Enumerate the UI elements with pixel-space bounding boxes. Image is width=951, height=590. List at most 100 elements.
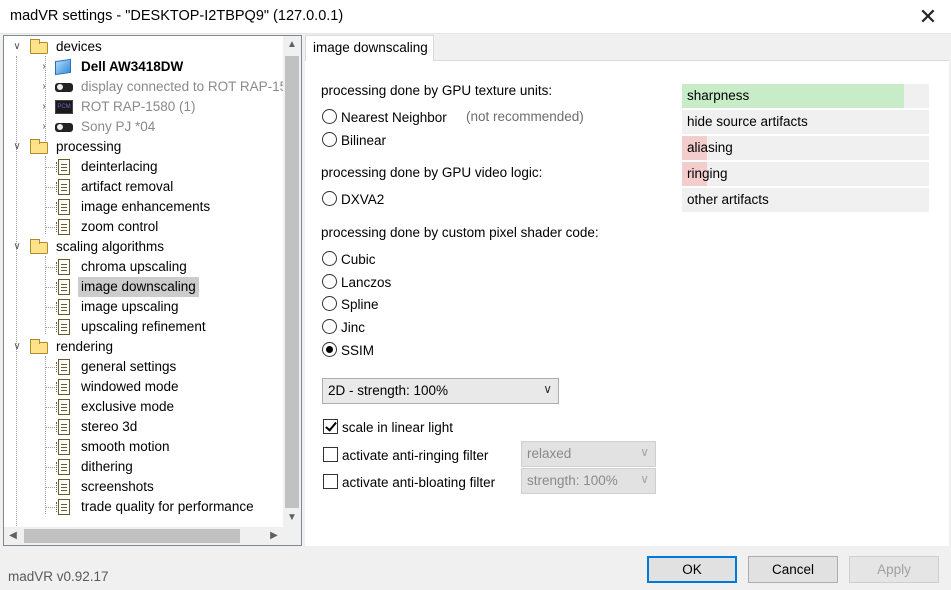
dxva2-radio[interactable] (322, 191, 337, 206)
tree-item[interactable]: chroma upscaling (4, 257, 283, 277)
anti-bloating-select[interactable]: strength: 100% ∨ (521, 468, 656, 494)
page-icon-shape (56, 459, 70, 475)
tree-item[interactable]: screenshots (4, 477, 283, 497)
nearest-neighbor-label[interactable]: Nearest Neighbor (341, 110, 447, 125)
tab-image-downscaling[interactable]: image downscaling (305, 35, 434, 61)
cancel-button[interactable]: Cancel (748, 556, 838, 583)
chevron-right-icon[interactable]: › (38, 97, 50, 117)
tree-connector (45, 367, 55, 368)
spline-label[interactable]: Spline (341, 297, 379, 312)
chevron-down-icon[interactable]: ∨ (11, 337, 23, 357)
linear-light-label[interactable]: scale in linear light (342, 420, 453, 435)
linear-light-checkbox[interactable] (323, 419, 338, 434)
tree-item[interactable]: upscaling refinement (4, 317, 283, 337)
page-icon (55, 299, 73, 315)
tree-item[interactable]: image enhancements (4, 197, 283, 217)
ssim-radio[interactable] (322, 342, 337, 357)
tree-connector (45, 307, 55, 308)
cubic-radio[interactable] (322, 251, 337, 266)
chevron-down-icon[interactable]: ∨ (11, 37, 23, 57)
bilinear-label[interactable]: Bilinear (341, 133, 386, 148)
chevron-right-icon[interactable]: › (38, 77, 50, 97)
lanczos-radio[interactable] (322, 274, 337, 289)
tree-item-label: screenshots (81, 479, 154, 494)
page-icon-shape (56, 399, 70, 415)
tree-connector (45, 427, 55, 428)
quality-bar: sharpness (682, 84, 929, 108)
quality-bar-label: ringing (687, 166, 728, 181)
tv-icon-shape: PCM (55, 100, 73, 114)
tree-item-label: processing (56, 139, 122, 154)
tree-item[interactable]: artifact removal (4, 177, 283, 197)
tree-item[interactable]: general settings (4, 357, 283, 377)
lanczos-label[interactable]: Lanczos (341, 275, 391, 290)
folder-icon-shape (30, 139, 48, 154)
page-icon (55, 399, 73, 415)
tree-item[interactable]: › Sony PJ *04 (4, 117, 283, 137)
jinc-label[interactable]: Jinc (341, 320, 365, 335)
tree-item[interactable]: ∨ rendering (4, 337, 283, 357)
strength-select[interactable]: 2D - strength: 100% ∨ (322, 378, 559, 404)
tree-item[interactable]: image upscaling (4, 297, 283, 317)
scroll-right-icon[interactable]: ▶ (265, 527, 283, 545)
folder-icon (30, 339, 48, 355)
tree-item[interactable]: image downscaling (4, 277, 283, 297)
quality-bar: aliasing (682, 136, 929, 160)
settings-tree[interactable]: ∨ devices › Dell AW3418DW › display connected… (3, 35, 302, 546)
scroll-thumb[interactable] (285, 56, 299, 508)
jinc-radio[interactable] (322, 319, 337, 334)
scroll-left-icon[interactable]: ◀ (4, 527, 22, 545)
anti-ringing-checkbox[interactable] (323, 447, 338, 462)
chevron-right-icon[interactable]: › (38, 57, 50, 77)
tree-item[interactable]: windowed mode (4, 377, 283, 397)
nearest-neighbor-radio[interactable] (322, 109, 337, 124)
page-icon (55, 259, 73, 275)
tree-item[interactable]: stereo 3d (4, 417, 283, 437)
tree-item[interactable]: trade quality for performance (4, 497, 283, 517)
folder-icon-shape (30, 339, 48, 354)
chevron-down-icon[interactable]: ∨ (11, 137, 23, 157)
bilinear-radio[interactable] (322, 132, 337, 147)
tree-item-label: general settings (81, 359, 177, 374)
tree-item[interactable]: ∨ devices (4, 37, 283, 57)
quality-bar: ringing (682, 162, 929, 186)
projector-icon (55, 79, 73, 95)
tree-item[interactable]: ∨ scaling algorithms (4, 237, 283, 257)
close-icon[interactable]: ✕ (915, 4, 941, 30)
page-icon-shape (56, 499, 70, 515)
quality-bar: hide source artifacts (682, 110, 929, 134)
dxva2-label[interactable]: DXVA2 (341, 192, 384, 207)
ssim-label[interactable]: SSIM (341, 343, 374, 358)
scroll-down-icon[interactable]: ▼ (283, 509, 301, 527)
tree-item[interactable]: smooth motion (4, 437, 283, 457)
chevron-down-icon[interactable]: ∨ (11, 237, 23, 257)
anti-bloating-checkbox[interactable] (323, 474, 338, 489)
gpu-video-heading: processing done by GPU video logic: (321, 165, 543, 180)
spline-radio[interactable] (322, 296, 337, 311)
tree-item-label: image downscaling (78, 277, 199, 297)
tree-vertical-scrollbar[interactable]: ▲ ▼ (283, 36, 301, 527)
tree-item[interactable]: exclusive mode (4, 397, 283, 417)
tree-item[interactable]: deinterlacing (4, 157, 283, 177)
scroll-thumb[interactable] (24, 529, 240, 543)
tree-item[interactable]: › Dell AW3418DW (4, 57, 283, 77)
tree-item-label: windowed mode (81, 379, 179, 394)
tree-item[interactable]: ∨ processing (4, 137, 283, 157)
tree-item-label: artifact removal (81, 179, 174, 194)
tree-horizontal-scrollbar[interactable]: ◀ ▶ (4, 527, 283, 545)
page-icon (55, 199, 73, 215)
ok-button[interactable]: OK (647, 556, 737, 583)
chevron-right-icon[interactable]: › (38, 117, 50, 137)
cubic-label[interactable]: Cubic (341, 252, 376, 267)
tree-item[interactable]: › display connected to ROT RAP-15 (4, 77, 283, 97)
tree-item-label: rendering (56, 339, 114, 354)
tree-item[interactable]: › PCM ROT RAP-1580 (1) (4, 97, 283, 117)
scroll-up-icon[interactable]: ▲ (283, 36, 301, 54)
tree-item[interactable]: dithering (4, 457, 283, 477)
folder-icon-shape (30, 39, 48, 54)
anti-ringing-label[interactable]: activate anti-ringing filter (342, 448, 488, 463)
anti-bloating-label[interactable]: activate anti-bloating filter (342, 475, 495, 490)
anti-ringing-select[interactable]: relaxed ∨ (521, 441, 656, 467)
apply-button[interactable]: Apply (849, 556, 939, 583)
tree-item[interactable]: zoom control (4, 217, 283, 237)
